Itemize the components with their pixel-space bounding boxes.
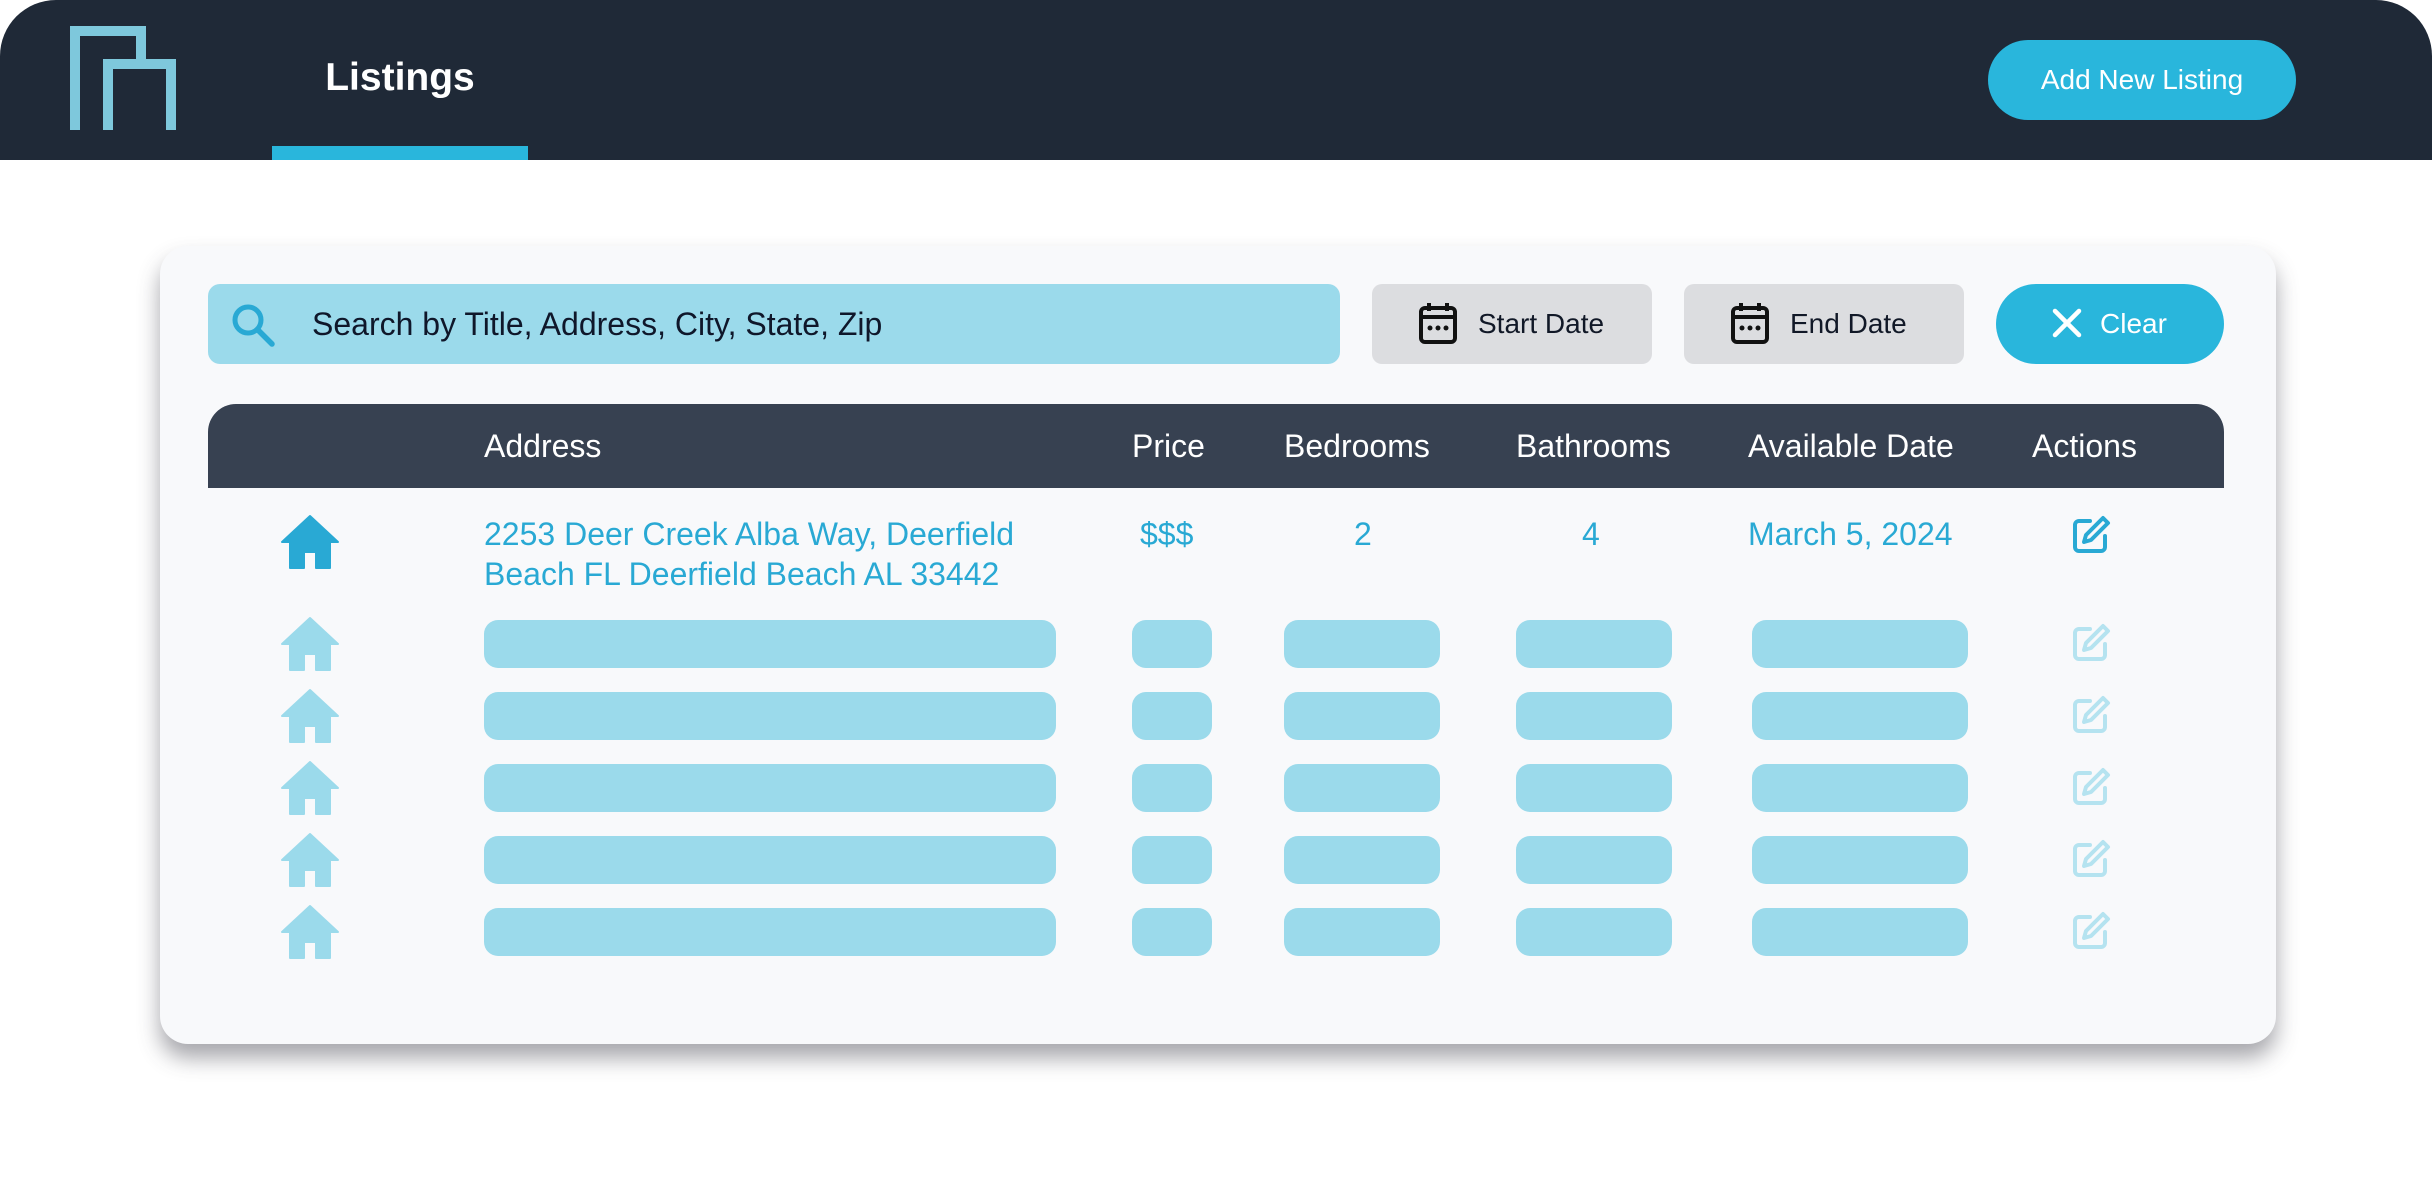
home-icon <box>281 761 339 815</box>
close-icon <box>2052 308 2082 338</box>
edit-icon[interactable] <box>2070 514 2112 556</box>
skeleton-bedrooms <box>1284 836 1440 884</box>
home-icon <box>281 905 339 959</box>
skeleton-available-date <box>1752 764 1968 812</box>
skeleton-bedrooms <box>1284 692 1440 740</box>
skeleton-address <box>484 620 1056 668</box>
skeleton-price <box>1132 908 1212 956</box>
home-icon <box>281 617 339 671</box>
column-header-actions: Actions <box>2032 428 2137 464</box>
add-new-listing-button[interactable]: Add New Listing <box>1988 40 2296 120</box>
end-date-button[interactable]: End Date <box>1684 284 1964 364</box>
clear-button[interactable]: Clear <box>1996 284 2224 364</box>
edit-icon[interactable] <box>2070 622 2112 664</box>
skeleton-bedrooms <box>1284 620 1440 668</box>
home-icon <box>281 689 339 743</box>
column-header-available-date[interactable]: Available Date <box>1748 428 1954 465</box>
skeleton-available-date <box>1752 620 1968 668</box>
column-header-address[interactable]: Address <box>484 428 601 465</box>
search-icon <box>232 304 275 347</box>
edit-icon[interactable] <box>2070 694 2112 736</box>
edit-icon[interactable] <box>2070 910 2112 952</box>
edit-icon[interactable] <box>2070 838 2112 880</box>
tab-listings-label: Listings <box>325 56 475 99</box>
search-placeholder: Search by Title, Address, City, State, Z… <box>312 306 883 342</box>
skeleton-bathrooms <box>1516 836 1672 884</box>
table-header: Address Price Bedrooms Bathrooms Availab… <box>208 404 2224 488</box>
skeleton-bedrooms <box>1284 764 1440 812</box>
calendar-icon <box>1419 303 1457 344</box>
skeleton-bathrooms <box>1516 692 1672 740</box>
bedrooms-cell: 2 <box>1354 516 1372 552</box>
skeleton-bathrooms <box>1516 764 1672 812</box>
start-date-button[interactable]: Start Date <box>1372 284 1652 364</box>
app-header: Listings Add New Listing <box>0 0 2432 160</box>
column-header-price[interactable]: Price <box>1132 428 1205 465</box>
tab-listings[interactable]: Listings <box>272 0 528 160</box>
skeleton-price <box>1132 692 1212 740</box>
address-line-2: Beach FL Deerfield Beach AL 33442 <box>484 556 1000 592</box>
skeleton-available-date <box>1752 908 1968 956</box>
logo-icon <box>70 26 176 130</box>
end-date-label: End Date <box>1790 308 1907 339</box>
search-input[interactable]: Search by Title, Address, City, State, Z… <box>208 284 1340 364</box>
listings-card: Search by Title, Address, City, State, Z… <box>160 246 2276 1044</box>
skeleton-address <box>484 908 1056 956</box>
calendar-icon <box>1731 303 1769 344</box>
start-date-label: Start Date <box>1478 308 1605 339</box>
skeleton-price <box>1132 620 1212 668</box>
available-date-cell: March 5, 2024 <box>1748 516 1953 552</box>
column-header-bedrooms[interactable]: Bedrooms <box>1284 428 1430 465</box>
edit-icon[interactable] <box>2070 766 2112 808</box>
skeleton-available-date <box>1752 692 1968 740</box>
price-cell: $$$ <box>1140 516 1194 552</box>
skeleton-bedrooms <box>1284 908 1440 956</box>
skeleton-price <box>1132 836 1212 884</box>
address-line-1: 2253 Deer Creek Alba Way, Deerfield <box>484 516 1015 552</box>
address-cell: 2253 Deer Creek Alba Way, Deerfield Beac… <box>484 514 1014 594</box>
skeleton-price <box>1132 764 1212 812</box>
column-header-bathrooms[interactable]: Bathrooms <box>1516 428 1671 465</box>
bathrooms-cell: 4 <box>1582 516 1600 552</box>
home-icon <box>281 833 339 887</box>
skeleton-address <box>484 836 1056 884</box>
skeleton-address <box>484 692 1056 740</box>
skeleton-bathrooms <box>1516 908 1672 956</box>
home-icon <box>281 515 339 569</box>
clear-label: Clear <box>2100 308 2167 339</box>
skeleton-address <box>484 764 1056 812</box>
skeleton-available-date <box>1752 836 1968 884</box>
skeleton-bathrooms <box>1516 620 1672 668</box>
